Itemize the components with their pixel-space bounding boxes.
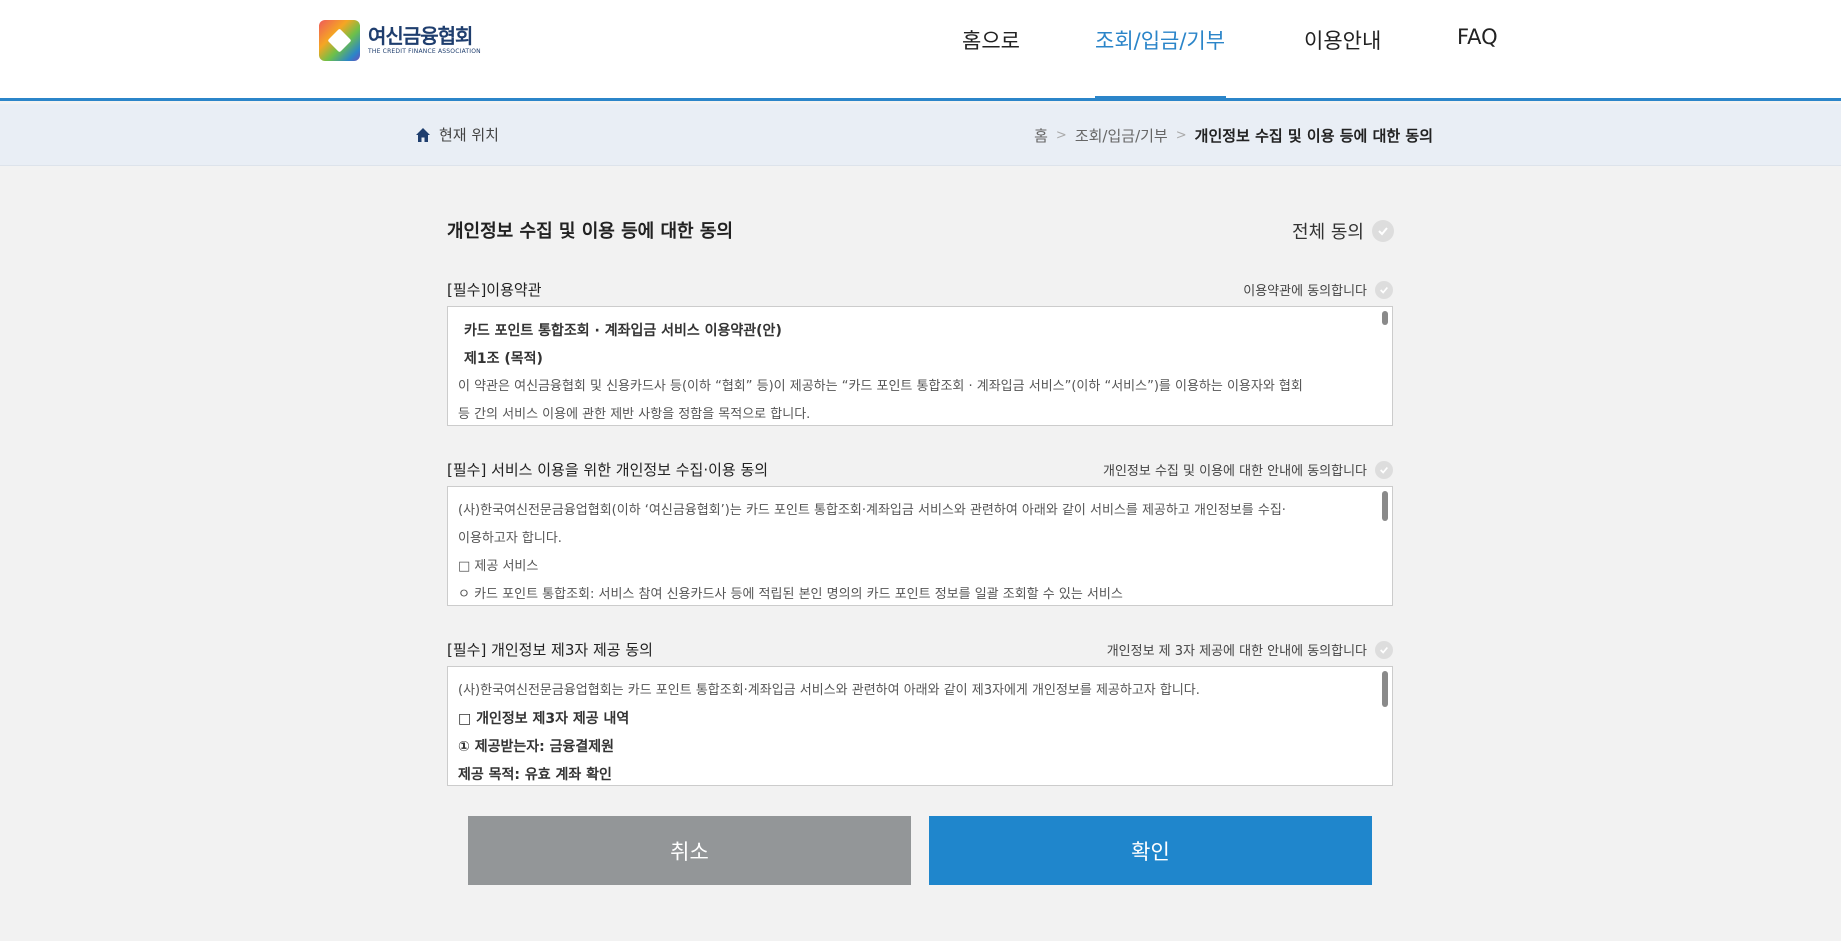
- nav-faq[interactable]: FAQ: [1457, 25, 1498, 49]
- term-agree-toggle-1[interactable]: 이용약관에 동의합니다: [1243, 280, 1393, 299]
- home-icon: [415, 127, 431, 143]
- site-header: 여신금융협회 THE CREDIT FINANCE ASSOCIATION 홈으…: [0, 0, 1841, 101]
- cancel-button[interactable]: 취소: [468, 816, 911, 885]
- agree-all-label: 전체 동의: [1292, 222, 1364, 243]
- site-logo[interactable]: 여신금융협회 THE CREDIT FINANCE ASSOCIATION: [319, 20, 481, 61]
- term-paragraph: 등 간의 서비스 이용에 관한 제반 사항을 정함을 목적으로 합니다.: [458, 407, 811, 422]
- term-paragraph: □ 제공 서비스: [458, 559, 539, 574]
- term-paragraph: 제공 목적: 유효 계좌 확인: [458, 767, 612, 783]
- breadcrumb-inquiry[interactable]: 조회/입금/기부: [1075, 125, 1168, 146]
- confirm-button[interactable]: 확인: [929, 816, 1372, 885]
- page-title: 개인정보 수집 및 이용 등에 대한 동의: [447, 221, 733, 242]
- term-section-title: □ 개인정보 제3자 제공 내역: [458, 711, 630, 727]
- active-nav-indicator: [1095, 96, 1226, 101]
- term-text-box-3[interactable]: (사)한국여신전문금융업협회는 카드 포인트 통합조회·계좌입금 서비스와 관련…: [447, 666, 1393, 786]
- term-article-title: 제1조 (목적): [464, 351, 543, 367]
- check-icon[interactable]: [1372, 220, 1394, 242]
- scrollbar[interactable]: [1382, 311, 1388, 325]
- agree-all-toggle[interactable]: 전체 동의: [1292, 218, 1394, 244]
- term-paragraph: (사)한국여신전문금융업협회는 카드 포인트 통합조회·계좌입금 서비스와 관련…: [458, 683, 1200, 698]
- term-text-box-1[interactable]: 카드 포인트 통합조회 · 계좌입금 서비스 이용약관(안) 제1조 (목적) …: [447, 306, 1393, 426]
- check-icon[interactable]: [1375, 460, 1393, 479]
- term-agree-text-1: 이용약관에 동의합니다: [1243, 284, 1367, 299]
- location-label: 현재 위치: [439, 126, 499, 144]
- scrollbar[interactable]: [1382, 491, 1388, 521]
- check-icon[interactable]: [1375, 280, 1393, 299]
- breadcrumb-home[interactable]: 홈: [1034, 125, 1048, 146]
- check-icon[interactable]: [1375, 640, 1393, 659]
- nav-inquiry-deposit-donate[interactable]: 조회/입금/기부: [1095, 25, 1225, 55]
- breadcrumb: 홈 > 조회/입금/기부 > 개인정보 수집 및 이용 등에 대한 동의: [1034, 125, 1433, 146]
- logo-icon: [319, 20, 360, 61]
- term-paragraph: (사)한국여신전문금융업협회(이하 ‘여신금융협회’)는 카드 포인트 통합조회…: [458, 503, 1286, 518]
- term-label-2: [필수] 서비스 이용을 위한 개인정보 수집·이용 동의: [447, 461, 769, 479]
- term-header-3: [필수] 개인정보 제3자 제공 동의 개인정보 제 3자 제공에 대한 안내에…: [447, 639, 1393, 660]
- term-agree-toggle-2[interactable]: 개인정보 수집 및 이용에 대한 안내에 동의합니다: [1103, 460, 1393, 479]
- breadcrumb-current: 개인정보 수집 및 이용 등에 대한 동의: [1194, 127, 1433, 145]
- nav-home[interactable]: 홈으로: [962, 25, 1020, 55]
- term-header-2: [필수] 서비스 이용을 위한 개인정보 수집·이용 동의 개인정보 수집 및 …: [447, 459, 1393, 480]
- scrollbar[interactable]: [1382, 671, 1388, 707]
- chevron-right-icon: >: [1175, 128, 1187, 143]
- term-heading: 카드 포인트 통합조회 · 계좌입금 서비스 이용약관(안): [464, 323, 782, 339]
- term-paragraph: ㅇ 카드 포인트 통합조회: 서비스 참여 신용카드사 등에 적립된 본인 명의…: [458, 587, 1123, 602]
- term-paragraph: ① 제공받는자: 금융결제원: [458, 739, 614, 755]
- term-agree-toggle-3[interactable]: 개인정보 제 3자 제공에 대한 안내에 동의합니다: [1107, 640, 1393, 659]
- term-agree-text-3: 개인정보 제 3자 제공에 대한 안내에 동의합니다: [1106, 644, 1367, 659]
- term-text-box-2[interactable]: (사)한국여신전문금융업협회(이하 ‘여신금융협회’)는 카드 포인트 통합조회…: [447, 486, 1393, 606]
- term-paragraph: 이용하고자 합니다.: [458, 531, 562, 546]
- term-label-3: [필수] 개인정보 제3자 제공 동의: [447, 641, 653, 659]
- nav-guide[interactable]: 이용안내: [1304, 25, 1381, 55]
- logo-title: 여신금융협회: [368, 24, 473, 48]
- chevron-right-icon: >: [1055, 128, 1067, 143]
- term-paragraph: 이 약관은 여신금융협회 및 신용카드사 등(이하 “협회” 등)이 제공하는 …: [458, 379, 1303, 394]
- logo-subtitle: THE CREDIT FINANCE ASSOCIATION: [368, 48, 481, 55]
- location-bar: 현재 위치 홈 > 조회/입금/기부 > 개인정보 수집 및 이용 등에 대한 …: [0, 104, 1841, 166]
- term-label-1: [필수]이용약관: [447, 281, 542, 299]
- term-header-1: [필수]이용약관 이용약관에 동의합니다: [447, 279, 1393, 300]
- term-agree-text-2: 개인정보 수집 및 이용에 대한 안내에 동의합니다: [1103, 464, 1367, 479]
